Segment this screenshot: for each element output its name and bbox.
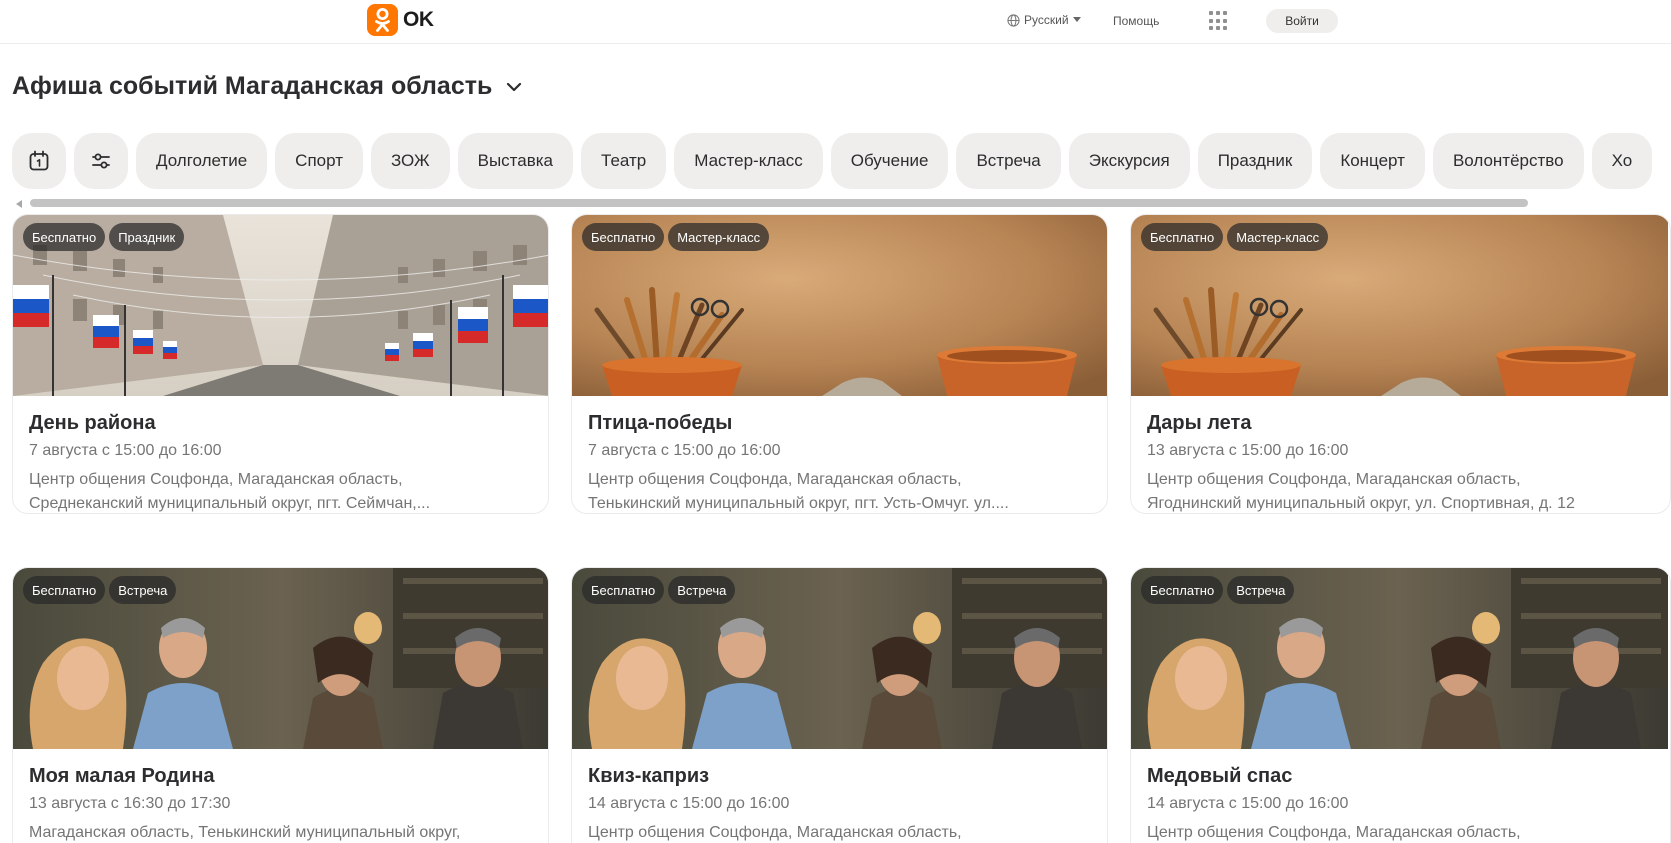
event-date: 14 августа с 15:00 до 16:00 (588, 795, 790, 812)
category-tag: Встреча (668, 576, 736, 604)
date-filter-button[interactable] (12, 133, 66, 189)
login-button[interactable]: Войти (1266, 9, 1338, 33)
event-address-line: Центр общения Соцфонда, Магаданская обла… (588, 471, 962, 488)
ok-logo[interactable]: OK (367, 4, 434, 36)
event-tags: Бесплатно Праздник (23, 223, 185, 251)
event-tags: Бесплатно Встреча (23, 576, 177, 604)
globe-icon (1007, 13, 1020, 27)
category-tag: Праздник (109, 223, 185, 251)
filter-chip-excursion[interactable]: Экскурсия (1068, 133, 1190, 189)
event-image: Бесплатно Встреча (13, 568, 548, 749)
ok-logo-icon (367, 4, 398, 36)
event-card[interactable]: Бесплатно Встреча Медовый спас 14 август… (1130, 567, 1671, 843)
help-link[interactable]: Помощь (1113, 14, 1159, 28)
category-tag: Встреча (1227, 576, 1295, 604)
event-address-line: Центр общения Соцфонда, Магаданская обла… (588, 824, 962, 841)
scroll-left-icon[interactable] (16, 200, 22, 208)
price-tag: Бесплатно (23, 576, 106, 604)
page-title[interactable]: Афиша событий Магаданская область (12, 72, 522, 101)
event-address-line: Центр общения Соцфонда, Магаданская обла… (29, 471, 403, 488)
event-date: 7 августа с 15:00 до 16:00 (29, 442, 222, 459)
event-title: Дары лета (1147, 412, 1252, 434)
filter-chip-health[interactable]: ЗОЖ (370, 133, 450, 189)
category-tag: Мастер-класс (1227, 223, 1329, 251)
event-date: 14 августа с 15:00 до 16:00 (1147, 795, 1349, 812)
price-tag: Бесплатно (1141, 576, 1224, 604)
calendar-icon (29, 150, 49, 171)
event-address-line: Центр общения Соцфонда, Магаданская обла… (1147, 471, 1521, 488)
event-tags: Бесплатно Встреча (1141, 576, 1295, 604)
filter-chip-theatre[interactable]: Театр (581, 133, 667, 189)
price-tag: Бесплатно (1141, 223, 1224, 251)
filter-chip-volunteering[interactable]: Волонтёрство (1432, 133, 1584, 189)
event-card[interactable]: Бесплатно Мастер-класс Дары лета 13 авгу… (1130, 214, 1671, 514)
filter-chip-concert[interactable]: Концерт (1320, 133, 1425, 189)
chevron-down-icon (507, 82, 522, 91)
filter-chip-education[interactable]: Обучение (830, 133, 949, 189)
scrollbar-thumb[interactable] (30, 199, 1528, 207)
event-card[interactable]: Бесплатно Мастер-класс Птица-победы 7 ав… (571, 214, 1108, 514)
page-title-text: Афиша событий Магаданская область (12, 72, 493, 100)
event-image: Бесплатно Мастер-класс (1131, 215, 1670, 396)
event-date: 7 августа с 15:00 до 16:00 (588, 442, 781, 459)
event-image: Бесплатно Праздник (13, 215, 548, 396)
category-tag: Встреча (109, 576, 177, 604)
event-image: Бесплатно Встреча (1131, 568, 1670, 749)
logo-text: OK (403, 8, 434, 31)
filter-chip-longevity[interactable]: Долголетие (136, 133, 268, 189)
event-date: 13 августа с 15:00 до 16:00 (1147, 442, 1349, 459)
event-tags: Бесплатно Мастер-класс (1141, 223, 1329, 251)
event-title: Медовый спас (1147, 765, 1293, 787)
event-card[interactable]: Бесплатно Встреча Квиз-каприз 14 августа… (571, 567, 1108, 843)
caret-down-icon (1072, 17, 1081, 22)
event-address-line: Тенькинский муниципальный округ, пгт. Ус… (588, 495, 1009, 512)
event-title: День района (29, 412, 156, 434)
category-tag: Мастер-класс (668, 223, 770, 251)
event-tags: Бесплатно Мастер-класс (582, 223, 770, 251)
filter-chip-exhibition[interactable]: Выставка (457, 133, 574, 189)
event-address-line: Центр общения Соцфонда, Магаданская обла… (1147, 824, 1521, 841)
settings-filter-button[interactable] (74, 133, 128, 189)
event-card[interactable]: Бесплатно Праздник День района 7 августа… (12, 214, 549, 514)
filter-chip-masterclass[interactable]: Мастер-класс (674, 133, 823, 189)
event-address-line: Среднеканский муниципальный округ, пгт. … (29, 495, 431, 512)
event-date: 13 августа с 16:30 до 17:30 (29, 795, 231, 812)
price-tag: Бесплатно (582, 223, 665, 251)
event-title: Птица-победы (588, 412, 733, 434)
language-selector[interactable]: Русский (1007, 13, 1081, 27)
language-label: Русский (1024, 13, 1069, 27)
event-image: Бесплатно Встреча (572, 568, 1107, 749)
event-title: Моя малая Родина (29, 765, 215, 787)
filter-chip-more[interactable]: Хо (1591, 133, 1653, 189)
event-card[interactable]: Бесплатно Встреча Моя малая Родина 13 ав… (12, 567, 549, 843)
category-filters: Долголетие Спорт ЗОЖ Выставка Театр Маст… (12, 133, 1653, 189)
filter-chip-holiday[interactable]: Праздник (1197, 133, 1313, 189)
top-header: OK Русский Помощь Войти (0, 0, 1671, 44)
event-tags: Бесплатно Встреча (582, 576, 736, 604)
price-tag: Бесплатно (23, 223, 106, 251)
event-image: Бесплатно Мастер-класс (572, 215, 1107, 396)
event-address-line: Ягоднинский муниципальный округ, ул. Спо… (1147, 495, 1575, 512)
event-title: Квиз-каприз (588, 765, 710, 787)
sliders-icon (92, 153, 110, 169)
price-tag: Бесплатно (582, 576, 665, 604)
event-address-line: Магаданская область, Тенькинский муницип… (29, 824, 461, 841)
filter-chip-meeting[interactable]: Встреча (956, 133, 1061, 189)
horizontal-scrollbar[interactable] (16, 199, 1528, 208)
apps-grid-icon[interactable] (1209, 11, 1229, 31)
filter-chip-sport[interactable]: Спорт (275, 133, 363, 189)
